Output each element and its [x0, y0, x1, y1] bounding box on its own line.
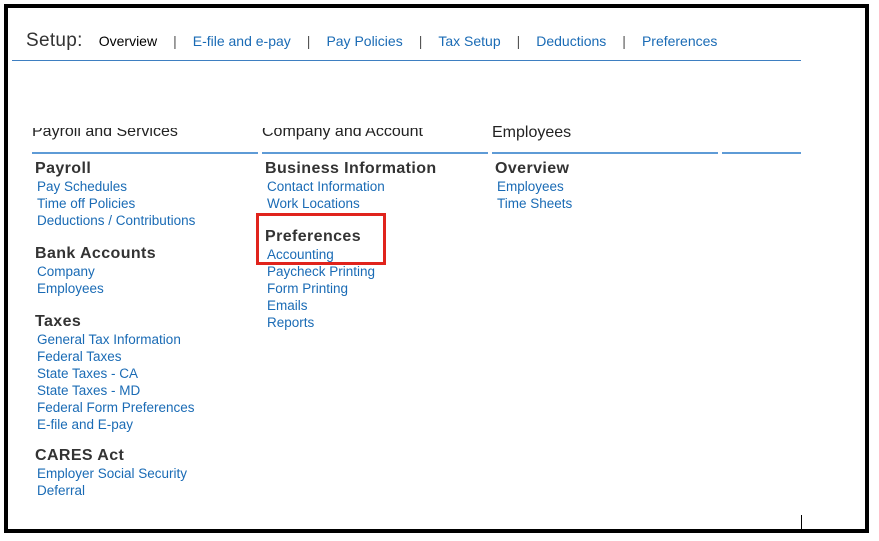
column-divider: [32, 152, 258, 154]
link-pay-schedules[interactable]: Pay Schedules: [37, 178, 195, 195]
column-divider: [492, 152, 718, 154]
setup-nav: Setup: Overview | E-file and e-pay | Pay…: [26, 30, 717, 54]
tab-pay-policies[interactable]: Pay Policies: [326, 33, 402, 49]
column-divider: [262, 152, 488, 154]
tab-tax-setup[interactable]: Tax Setup: [438, 33, 500, 49]
link-deferral[interactable]: Deferral: [37, 482, 195, 499]
link-general-tax-information[interactable]: General Tax Information: [37, 331, 195, 348]
column-heading-employees: Employees: [492, 124, 571, 142]
column-heading-payroll-services: Payroll and Services: [32, 128, 178, 142]
highlight-box: [256, 213, 386, 265]
link-efile-and-epay[interactable]: E-file and E-pay: [37, 416, 195, 433]
link-federal-taxes[interactable]: Federal Taxes: [37, 348, 195, 365]
nav-separator: |: [622, 33, 626, 49]
text-cursor: [801, 515, 802, 533]
column-heading-label: Company and Account: [262, 128, 423, 140]
link-form-printing[interactable]: Form Printing: [267, 280, 437, 297]
nav-separator: |: [418, 33, 423, 49]
nav-separator: |: [173, 33, 177, 49]
column-heading-label: Employees: [492, 124, 572, 141]
section-title-payroll: Payroll: [35, 160, 92, 177]
taxes-links: General Tax Information Federal Taxes St…: [37, 331, 195, 433]
nav-separator: |: [306, 33, 311, 49]
link-contact-information[interactable]: Contact Information: [267, 178, 437, 195]
section-title-bank-accounts: Bank Accounts: [35, 245, 157, 262]
nav-divider: [12, 60, 801, 61]
payroll-services-column: Payroll Pay Schedules Time off Policies …: [35, 160, 195, 499]
link-state-taxes-md[interactable]: State Taxes - MD: [37, 382, 195, 399]
link-bank-company[interactable]: Company: [37, 263, 195, 280]
bank-links: Company Employees: [37, 263, 195, 297]
tab-deductions[interactable]: Deductions: [536, 33, 606, 49]
section-title-business-information: Business Information: [265, 160, 437, 177]
link-time-sheets[interactable]: Time Sheets: [497, 195, 572, 212]
overview-links: Employees Time Sheets: [497, 178, 572, 212]
link-paycheck-printing[interactable]: Paycheck Printing: [267, 263, 437, 280]
link-work-locations[interactable]: Work Locations: [267, 195, 437, 212]
link-employer-social-security[interactable]: Employer Social Security: [37, 465, 195, 482]
employees-column: Overview Employees Time Sheets: [495, 160, 572, 212]
link-bank-employees[interactable]: Employees: [37, 280, 195, 297]
column-heading-label: Payroll and Services: [32, 128, 178, 140]
section-title-cares-act: CARES Act: [35, 447, 125, 464]
section-title-taxes: Taxes: [35, 313, 82, 330]
tab-overview[interactable]: Overview: [99, 33, 157, 49]
tab-efile-epay[interactable]: E-file and e-pay: [193, 33, 291, 49]
link-federal-form-preferences[interactable]: Federal Form Preferences: [37, 399, 195, 416]
link-employees[interactable]: Employees: [497, 178, 572, 195]
business-links: Contact Information Work Locations: [267, 178, 437, 212]
link-time-off-policies[interactable]: Time off Policies: [37, 195, 195, 212]
column-heading-company-account: Company and Account: [262, 128, 423, 142]
link-deductions-contributions[interactable]: Deductions / Contributions: [37, 212, 195, 229]
setup-label: Setup:: [26, 30, 83, 51]
payroll-links: Pay Schedules Time off Policies Deductio…: [37, 178, 195, 229]
link-reports[interactable]: Reports: [267, 314, 437, 331]
tab-preferences[interactable]: Preferences: [642, 33, 717, 49]
link-emails[interactable]: Emails: [267, 297, 437, 314]
column-divider: [722, 152, 801, 154]
cares-links: Employer Social Security Deferral: [37, 465, 195, 499]
nav-separator: |: [516, 33, 521, 49]
section-title-overview: Overview: [495, 160, 570, 177]
link-state-taxes-ca[interactable]: State Taxes - CA: [37, 365, 195, 382]
